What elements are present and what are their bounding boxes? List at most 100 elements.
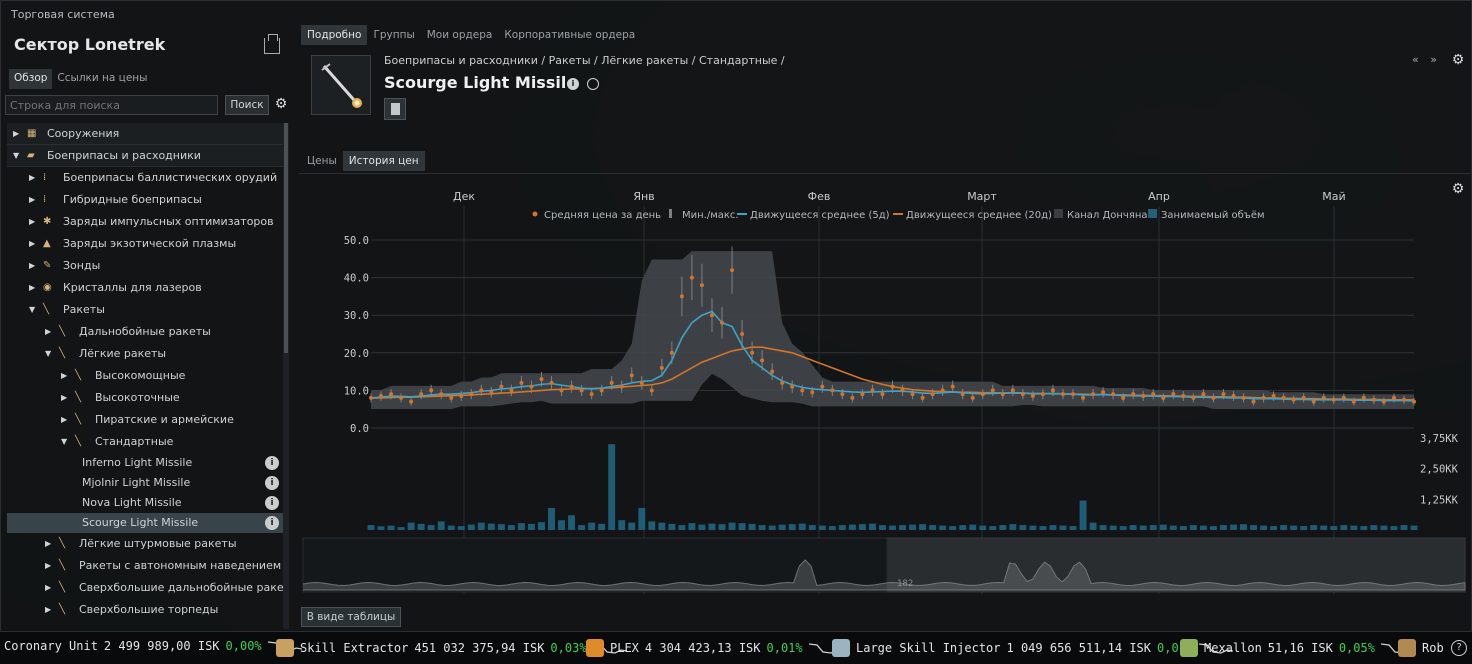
tree-group-item[interactable]: ▶ ╲ Сверхбольшие дальнобойные ракеты: [7, 577, 283, 599]
daily-average-point: [409, 399, 414, 404]
volume-bar: [1109, 525, 1117, 530]
table-view-button[interactable]: В виде таблицы: [301, 607, 401, 627]
daily-average-point: [1050, 388, 1055, 393]
tab-my-orders[interactable]: Мои ордера: [421, 25, 499, 45]
tree-group-item[interactable]: ▼ ╲ Лёгкие ракеты: [7, 343, 283, 365]
tab-groups[interactable]: Группы: [367, 25, 420, 45]
info-icon[interactable]: i: [265, 476, 279, 490]
chevron-right-icon[interactable]: ▶: [29, 277, 39, 299]
tree-group-item[interactable]: ▶ ✱ Заряды импульсных оптимизаторов: [7, 211, 283, 233]
tree-group-item[interactable]: ▶ ╲ Сверхбольшие торпеды: [7, 599, 283, 621]
volume-bar: [949, 526, 957, 530]
tree-group-item[interactable]: ▼ ▰ Боеприпасы и расходники: [7, 145, 283, 167]
tree-group-item[interactable]: ▶ ⁞ Боеприпасы баллистических орудий: [7, 167, 283, 189]
search-input[interactable]: [5, 95, 218, 115]
chevron-down-icon[interactable]: ▼: [29, 299, 39, 321]
volume-bar: [1370, 525, 1378, 530]
tab-overview[interactable]: Обзор: [9, 69, 53, 89]
chevron-right-icon[interactable]: ▶: [29, 211, 39, 233]
ticker-item[interactable]: Skill Extractor 451 032 375,94 ISK 0,03%: [276, 639, 627, 657]
ticker-item[interactable]: PLEX 4 304 423,13 ISK 0,01%: [586, 639, 843, 657]
price-history-chart[interactable]: Дек Янв Фев Март Апр Май Средняя цена за день М…: [299, 173, 1471, 594]
chevron-right-icon[interactable]: ▶: [45, 533, 55, 555]
tab-prices[interactable]: Цены: [301, 151, 343, 171]
tree-group-item[interactable]: ▶ ▲ Заряды экзотической плазмы: [7, 233, 283, 255]
chart-svg[interactable]: Дек Янв Фев Март Апр Май Средняя цена за день М…: [299, 174, 1471, 594]
chevron-right-icon[interactable]: ▶: [45, 599, 55, 621]
missile-icon: ╲: [59, 582, 66, 593]
daily-average-point: [900, 388, 905, 393]
info-icon[interactable]: i: [265, 456, 279, 470]
tree-group-item[interactable]: ▼ ╲ Ракеты: [7, 299, 283, 321]
ticker-change: 0,05%: [1338, 641, 1375, 655]
tree-group-item[interactable]: ▼ ╲ Стандартные: [7, 431, 283, 453]
gear-icon[interactable]: ⚙: [274, 97, 288, 111]
tree-group-item[interactable]: ▶ ╲ Высокоточные: [7, 387, 283, 409]
help-icon[interactable]: ?: [1451, 640, 1467, 656]
ticker-item[interactable]: Large Skill Injector 1 049 656 511,14 ISK…: [832, 639, 1234, 657]
chevron-right-icon[interactable]: ▶: [61, 387, 71, 409]
chevron-right-icon[interactable]: ▶: [61, 409, 71, 431]
chevron-right-icon[interactable]: ▶: [29, 233, 39, 255]
missile-icon: ╲: [43, 304, 50, 315]
tree-leaf-item[interactable]: Mjolnir Light Missile i: [7, 473, 283, 493]
tab-quickbar[interactable]: Ссылки на цены: [52, 69, 152, 89]
tree-group-item[interactable]: ▶ ╲ Пиратские и армейские: [7, 409, 283, 431]
tree-group-item[interactable]: ▶ ╲ Лёгкие штурмовые ракеты: [7, 533, 283, 555]
volume-bar: [578, 525, 586, 530]
chevron-right-icon[interactable]: ▶: [13, 123, 23, 145]
tree-group-item[interactable]: ▶ ⁞ Гибридные боеприпасы: [7, 189, 283, 211]
tree-group-item[interactable]: ▶ ╲ Высокомощные: [7, 365, 283, 387]
tree-group-item[interactable]: ▶ ✎ Зонды: [7, 255, 283, 277]
region-title: Сектор Lonetrek: [14, 35, 166, 54]
chevron-right-icon[interactable]: ▶: [45, 577, 55, 599]
volume-bar: [1270, 526, 1278, 530]
tree-item-label: Заряды импульсных оптимизаторов: [63, 215, 274, 228]
chevron-right-icon[interactable]: ▶: [45, 555, 55, 577]
tree-group-item[interactable]: ▶ ╲ Ракеты с автономным наведением: [7, 555, 283, 577]
volume-bar: [738, 523, 746, 530]
tree-leaf-item[interactable]: Scourge Light Missile i: [7, 513, 283, 533]
daily-average-point: [1381, 399, 1386, 404]
nav-arrows[interactable]: « »: [1412, 53, 1441, 66]
region-market-icon[interactable]: [264, 34, 280, 54]
volume-bar: [1039, 526, 1047, 530]
tab-corp-orders[interactable]: Корпоративные ордера: [498, 25, 641, 45]
chevron-right-icon[interactable]: ▶: [29, 167, 39, 189]
target-icon[interactable]: [587, 78, 599, 90]
search-button[interactable]: Поиск: [225, 95, 269, 115]
missile-item-icon[interactable]: [311, 55, 371, 115]
tree-item-label: Лёгкие ракеты: [79, 347, 167, 360]
chevron-right-icon[interactable]: ▶: [29, 189, 39, 211]
volume-bar: [1260, 525, 1268, 530]
tab-details[interactable]: Подробно: [301, 25, 368, 45]
tree-group-item[interactable]: ▶ ▦ Сооружения: [7, 123, 283, 145]
document-button[interactable]: [384, 98, 406, 120]
tree-leaf-item[interactable]: Nova Light Missile i: [7, 493, 283, 513]
info-icon[interactable]: i: [567, 78, 579, 90]
chevron-down-icon[interactable]: ▼: [45, 343, 55, 365]
ticker-price: 4 304 423,13 ISK: [644, 641, 761, 655]
chevron-right-icon[interactable]: ▶: [61, 365, 71, 387]
ticker-item[interactable]: Rob: [1398, 639, 1444, 657]
chevron-down-icon[interactable]: ▼: [13, 145, 23, 167]
tree-scrollbar[interactable]: [283, 123, 289, 629]
tree-leaf-item[interactable]: Inferno Light Missile i: [7, 453, 283, 473]
tab-price-history[interactable]: История цен: [342, 151, 425, 171]
info-icon[interactable]: i: [265, 496, 279, 510]
breadcrumb[interactable]: Боеприпасы и расходники / Ракеты / Лёгки…: [384, 54, 785, 67]
volume-bar: [899, 525, 907, 530]
daily-average-point: [910, 392, 915, 397]
info-icon[interactable]: i: [265, 516, 279, 530]
tree-group-item[interactable]: ▶ ◉ Кристаллы для лазеров: [7, 277, 283, 299]
tree-item-label: Гибридные боеприпасы: [63, 193, 202, 206]
tree-group-item[interactable]: ▶ ╲ Дальнобойные ракеты: [7, 321, 283, 343]
gear-icon[interactable]: ⚙: [1451, 53, 1465, 67]
ticker-item[interactable]: Mexallon 51,16 ISK 0,05%: [1180, 639, 1415, 657]
chevron-right-icon[interactable]: ▶: [29, 255, 39, 277]
chart-gear-icon[interactable]: ⚙: [1451, 182, 1465, 196]
chevron-right-icon[interactable]: ▶: [45, 321, 55, 343]
ticker-item[interactable]: Coronary Unit 2 499 989,00 ISK 0,00%: [4, 639, 302, 653]
chevron-down-icon[interactable]: ▼: [61, 431, 71, 453]
scrollbar-thumb[interactable]: [284, 123, 288, 353]
